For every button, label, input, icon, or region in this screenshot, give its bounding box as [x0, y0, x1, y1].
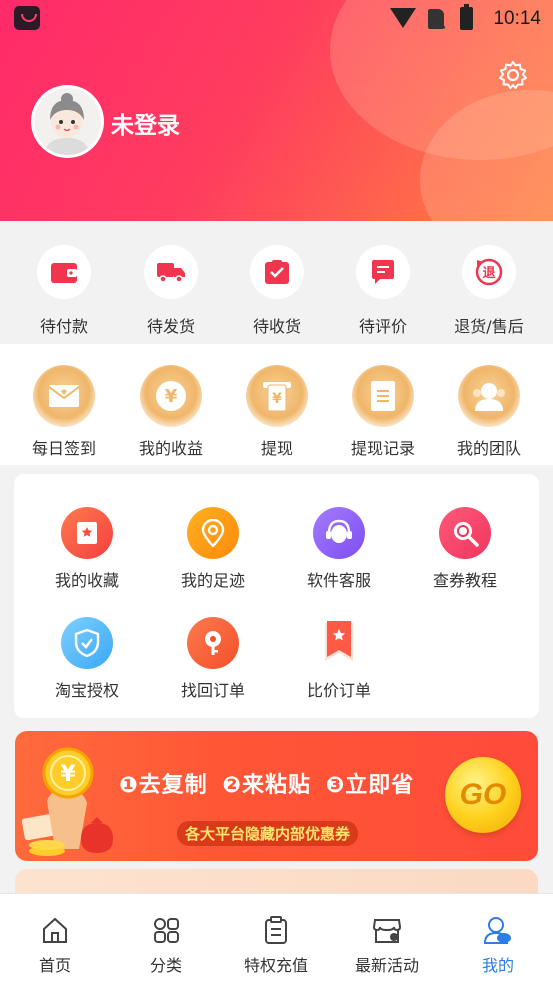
service-customer-support[interactable]: 软件客服 [277, 507, 401, 591]
benefit-my-earnings[interactable]: ¥ 我的收益 [116, 365, 226, 459]
service-label: 比价订单 [306, 681, 371, 700]
order-item-pending-review[interactable]: 待评价 [328, 245, 438, 337]
service-label: 找回订单 [180, 681, 245, 700]
favorite-icon [61, 507, 113, 559]
order-status-row: 待付款 待发货 待收货 待评价 退 退货/售后 [0, 221, 553, 342]
service-retrieve-order[interactable]: 找回订单 [151, 617, 275, 701]
location-icon [187, 507, 239, 559]
benefit-label: 提现记录 [350, 439, 415, 458]
service-my-footprint[interactable]: 我的足迹 [151, 507, 275, 591]
banner-subtitle: 各大平台隐藏内部优惠券 [177, 821, 359, 846]
return-icon: 退 [462, 245, 516, 299]
received-box-icon [250, 245, 304, 299]
store-icon [372, 919, 402, 943]
benefit-label: 提现 [260, 439, 293, 458]
shield-check-icon [61, 617, 113, 669]
promo-banner[interactable]: ¥ ❶去复制 ❷来粘贴 ❸立即省 各大平台隐藏内部优惠券 GO [15, 731, 538, 861]
go-button[interactable]: GO [445, 757, 521, 833]
avatar[interactable] [31, 85, 104, 158]
benefit-withdraw-record[interactable]: 提现记录 [328, 365, 438, 459]
truck-icon [144, 245, 198, 299]
tab-privilege-recharge[interactable]: 特权充值 [221, 894, 331, 983]
coin-yuan-symbol: ¥ [60, 762, 76, 787]
banner-steps: ❶去复制 ❷来粘贴 ❸立即省 [119, 767, 414, 799]
key-icon [187, 617, 239, 669]
order-item-label: 待收货 [252, 317, 301, 336]
tab-latest-activity[interactable]: 最新活动 [332, 894, 442, 983]
service-label: 淘宝授权 [54, 681, 119, 700]
no-sim-icon [428, 9, 444, 29]
coin-hand-illustration: ¥ [21, 747, 113, 856]
status-time: 10:14 [493, 8, 541, 29]
yuan-coin-icon: ¥ [140, 365, 202, 427]
benefit-label: 我的收益 [138, 439, 203, 458]
yuan-symbol: ¥ [165, 386, 178, 407]
bookmark-star-icon [313, 617, 365, 669]
service-label: 我的足迹 [180, 571, 245, 590]
profile-icon [483, 917, 511, 944]
bottom-tab-bar: 首页 分类 特权充值 最新活动 我的 [0, 893, 553, 983]
profile-header: 10:14 未登录 [0, 0, 553, 221]
app-notification-icon [14, 6, 40, 30]
services-card: 我的收藏 我的足迹 软件客服 查券教程 淘宝授权 找回订单 比价订单 [14, 474, 539, 718]
step-copy: ❶去复制 [119, 773, 208, 798]
order-item-pending-payment[interactable]: 待付款 [9, 245, 119, 337]
envelope-icon [33, 365, 95, 427]
yuan-symbol: ¥ [272, 391, 282, 407]
order-item-pending-receipt[interactable]: 待收货 [222, 245, 332, 337]
gear-icon[interactable] [498, 60, 528, 90]
benefit-withdraw[interactable]: ¥ 提现 [222, 365, 332, 459]
service-price-compare-order[interactable]: 比价订单 [277, 617, 401, 701]
service-taobao-auth[interactable]: 淘宝授权 [25, 617, 149, 701]
order-item-label: 退货/售后 [454, 317, 524, 336]
customer-service-icon [313, 507, 365, 559]
service-my-favorites[interactable]: 我的收藏 [25, 507, 149, 591]
avatar-image [34, 88, 101, 155]
wifi-icon [390, 8, 416, 28]
service-label: 查券教程 [432, 571, 497, 590]
home-icon [43, 917, 67, 943]
service-label: 软件客服 [306, 571, 371, 590]
login-status[interactable]: 未登录 [111, 106, 180, 140]
tab-label: 最新活动 [354, 956, 419, 975]
service-label: 我的收藏 [54, 571, 119, 590]
tab-category[interactable]: 分类 [111, 894, 221, 983]
return-icon-text: 退 [482, 266, 495, 281]
order-item-label: 待评价 [358, 317, 407, 336]
order-item-label: 待付款 [39, 317, 88, 336]
tab-label: 首页 [38, 956, 71, 975]
benefit-my-team[interactable]: 我的团队 [434, 365, 544, 459]
benefits-row: 每日签到 ¥ 我的收益 ¥ 提现 提现记录 我的团队 [0, 344, 553, 465]
record-icon [352, 365, 414, 427]
tab-mine[interactable]: 我的 [443, 894, 553, 983]
clipboard-icon [265, 916, 287, 944]
benefit-daily-checkin[interactable]: 每日签到 [9, 365, 119, 459]
wallet-icon [37, 245, 91, 299]
battery-icon [460, 4, 473, 30]
tab-home[interactable]: 首页 [0, 894, 110, 983]
tab-label: 特权充值 [243, 956, 308, 975]
order-item-label: 待发货 [146, 317, 195, 336]
benefit-label: 我的团队 [456, 439, 521, 458]
team-icon [458, 365, 520, 427]
service-coupon-tutorial[interactable]: 查券教程 [403, 507, 527, 591]
order-item-pending-shipment[interactable]: 待发货 [116, 245, 226, 337]
search-coupon-icon [439, 507, 491, 559]
order-item-return-aftersale[interactable]: 退 退货/售后 [434, 245, 544, 337]
withdraw-icon: ¥ [246, 365, 308, 427]
tab-label: 分类 [149, 956, 182, 975]
comment-icon [356, 245, 410, 299]
status-bar: 10:14 [0, 0, 553, 40]
benefit-label: 每日签到 [31, 439, 96, 458]
category-icon [154, 918, 179, 943]
step-paste: ❷来粘贴 [222, 773, 311, 798]
tab-label: 我的 [481, 956, 514, 975]
step-save: ❸立即省 [325, 773, 415, 798]
